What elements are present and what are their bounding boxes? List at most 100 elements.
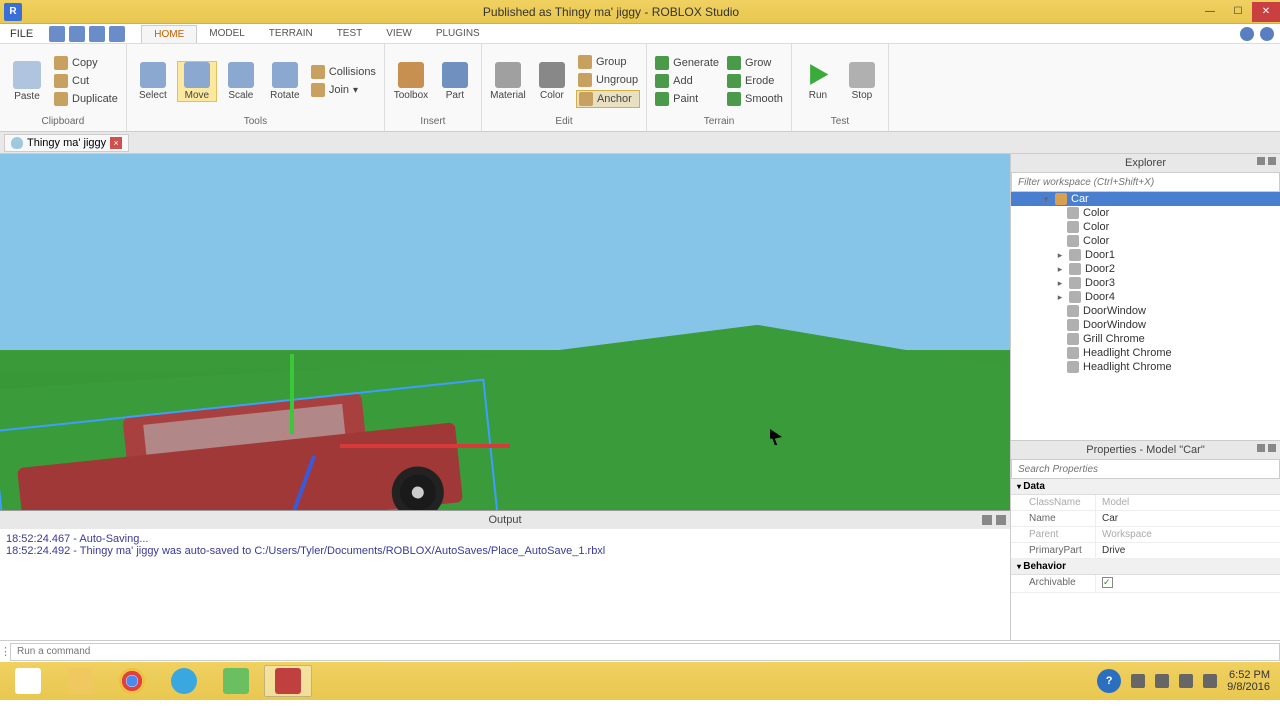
properties-grid[interactable]: Data ClassNameModelNameCarParentWorkspac…: [1011, 479, 1280, 640]
minimize-button[interactable]: —: [1196, 2, 1224, 22]
taskbar-camtasia[interactable]: [212, 665, 260, 697]
terrain-add-button[interactable]: Add: [653, 73, 721, 89]
paste-button[interactable]: Paste: [6, 49, 48, 113]
explorer-tree[interactable]: ▾ Car ColorColorColor▸Door1▸Door2▸Door3▸…: [1011, 192, 1280, 440]
ribbon-group-insert: Toolbox Part Insert: [385, 44, 482, 131]
collapse-icon[interactable]: ▾: [1041, 194, 1051, 205]
axis-x-handle[interactable]: [340, 444, 510, 448]
property-row[interactable]: PrimaryPartDrive: [1011, 543, 1280, 559]
clock[interactable]: 6:52 PM 9/8/2016: [1227, 669, 1276, 693]
move-tool[interactable]: Move: [177, 61, 217, 102]
expand-icon[interactable]: ▸: [1055, 250, 1065, 261]
tree-item[interactable]: ▸Door1: [1011, 248, 1280, 262]
property-category-behavior[interactable]: Behavior: [1011, 559, 1280, 575]
tree-item[interactable]: ▸Door2: [1011, 262, 1280, 276]
terrain-grow-button[interactable]: Grow: [725, 55, 785, 71]
select-tool[interactable]: Select: [133, 62, 173, 101]
taskbar-skype[interactable]: [160, 665, 208, 697]
join-dropdown[interactable]: Join ▾: [309, 82, 378, 98]
expand-icon[interactable]: ▸: [1055, 264, 1065, 275]
toolbox-button[interactable]: Toolbox: [391, 62, 431, 101]
tab-home[interactable]: HOME: [141, 25, 197, 43]
help-icon[interactable]: [1260, 27, 1274, 41]
document-tab[interactable]: Thingy ma' jiggy ×: [4, 134, 129, 152]
expand-icon[interactable]: ▸: [1055, 278, 1065, 289]
stop-button[interactable]: Stop: [842, 62, 882, 101]
taskbar-roblox-studio[interactable]: [264, 665, 312, 697]
tree-item-car[interactable]: ▾ Car: [1011, 192, 1280, 206]
tree-item[interactable]: ▸Door4: [1011, 290, 1280, 304]
quick-access-toolbar: [43, 26, 131, 42]
terrain-generate-button[interactable]: Generate: [653, 55, 721, 71]
tree-item[interactable]: Grill Chrome: [1011, 332, 1280, 346]
terrain-erode-button[interactable]: Erode: [725, 73, 785, 89]
tree-item[interactable]: Headlight Chrome: [1011, 346, 1280, 360]
anchor-button[interactable]: Anchor: [576, 90, 640, 108]
tray-icon[interactable]: [1155, 674, 1169, 688]
explorer-undock-icon[interactable]: [1257, 157, 1265, 165]
duplicate-button[interactable]: Duplicate: [52, 91, 120, 107]
tree-item[interactable]: Headlight Chrome: [1011, 360, 1280, 374]
volume-icon[interactable]: [1203, 674, 1217, 688]
terrain-paint-button[interactable]: Paint: [653, 91, 721, 107]
anchor-icon: [579, 92, 593, 106]
close-tab-button[interactable]: ×: [110, 137, 122, 149]
ungroup-button[interactable]: Ungroup: [576, 72, 640, 88]
rotate-tool[interactable]: Rotate: [265, 62, 305, 101]
property-category-data[interactable]: Data: [1011, 479, 1280, 495]
close-button[interactable]: ✕: [1252, 2, 1280, 22]
material-button[interactable]: Material: [488, 62, 528, 101]
properties-close-icon[interactable]: [1268, 444, 1276, 452]
help-tray-icon[interactable]: ?: [1097, 669, 1121, 693]
collapse-ribbon-icon[interactable]: [1240, 27, 1254, 41]
file-menu[interactable]: FILE: [0, 26, 43, 42]
tree-item[interactable]: Color: [1011, 206, 1280, 220]
output-close-icon[interactable]: [996, 515, 1006, 525]
property-row[interactable]: Archivable: [1011, 575, 1280, 593]
qat-more-icon[interactable]: [109, 26, 125, 42]
checkbox-icon[interactable]: [1102, 577, 1113, 588]
tray-icon[interactable]: [1131, 674, 1145, 688]
tree-item[interactable]: Color: [1011, 234, 1280, 248]
taskbar-chrome[interactable]: [108, 665, 156, 697]
redo-icon[interactable]: [89, 26, 105, 42]
output-undock-icon[interactable]: [982, 515, 992, 525]
tab-plugins[interactable]: PLUGINS: [424, 25, 492, 43]
maximize-button[interactable]: ☐: [1224, 2, 1252, 22]
taskbar-explorer[interactable]: [56, 665, 104, 697]
tab-terrain[interactable]: TERRAIN: [257, 25, 325, 43]
scale-tool[interactable]: Scale: [221, 62, 261, 101]
property-row[interactable]: NameCar: [1011, 511, 1280, 527]
cut-button[interactable]: Cut: [52, 73, 120, 89]
properties-search-input[interactable]: [1011, 459, 1280, 479]
explorer-close-icon[interactable]: [1268, 157, 1276, 165]
tree-item[interactable]: ▸Door3: [1011, 276, 1280, 290]
output-body[interactable]: 18:52:24.467 - Auto-Saving... 18:52:24.4…: [0, 529, 1010, 640]
copy-button[interactable]: Copy: [52, 55, 120, 71]
start-button[interactable]: [4, 665, 52, 697]
tree-item[interactable]: DoorWindow: [1011, 304, 1280, 318]
part-button[interactable]: Part: [435, 62, 475, 101]
undo-icon[interactable]: [69, 26, 85, 42]
terrain-smooth-button[interactable]: Smooth: [725, 91, 785, 107]
tree-item[interactable]: DoorWindow: [1011, 318, 1280, 332]
tab-view[interactable]: VIEW: [374, 25, 424, 43]
properties-undock-icon[interactable]: [1257, 444, 1265, 452]
run-button[interactable]: Run: [798, 62, 838, 101]
axis-y-handle[interactable]: [290, 354, 294, 434]
collisions-toggle[interactable]: Collisions: [309, 64, 378, 80]
color-button[interactable]: Color: [532, 62, 572, 101]
explorer-filter-input[interactable]: [1011, 172, 1280, 192]
tab-model[interactable]: MODEL: [197, 25, 257, 43]
tree-item[interactable]: Color: [1011, 220, 1280, 234]
system-tray: ? 6:52 PM 9/8/2016: [1097, 669, 1276, 693]
grip-icon[interactable]: ⋮: [0, 645, 10, 658]
group-button[interactable]: Group: [576, 54, 640, 70]
command-input[interactable]: [10, 643, 1280, 661]
viewport-3d[interactable]: [0, 154, 1010, 510]
network-icon[interactable]: [1179, 674, 1193, 688]
tab-test[interactable]: TEST: [325, 25, 375, 43]
expand-icon[interactable]: ▸: [1055, 292, 1065, 303]
save-icon[interactable]: [49, 26, 65, 42]
document-tab-label: Thingy ma' jiggy: [27, 137, 106, 149]
